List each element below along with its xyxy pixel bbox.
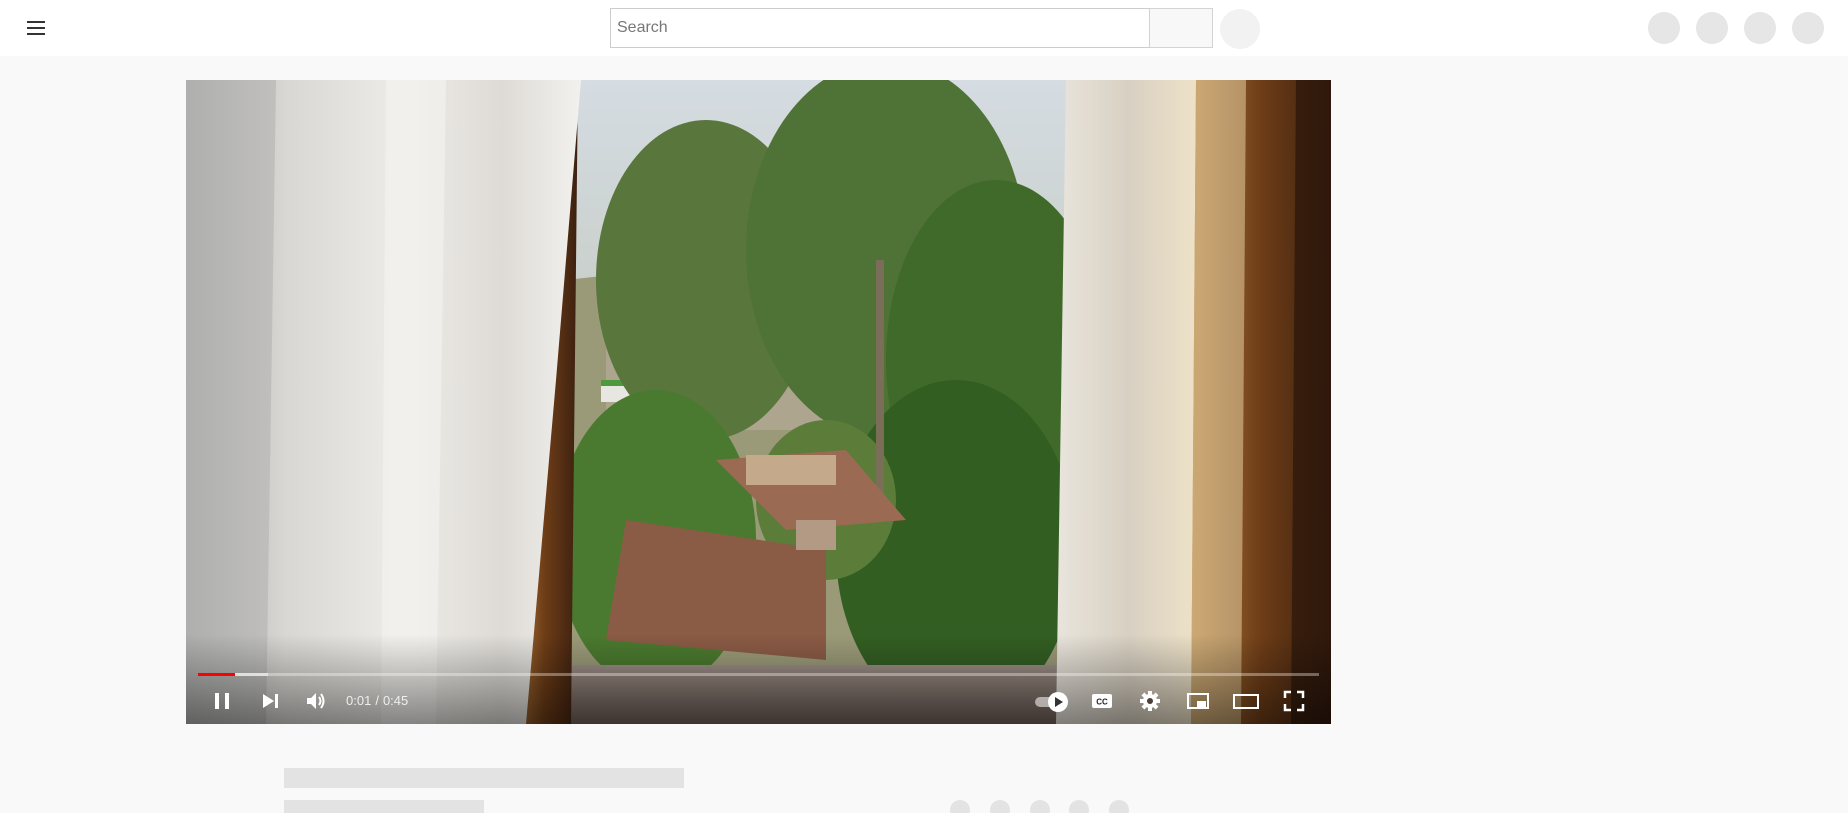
apps-icon[interactable]: [1696, 12, 1728, 44]
title-placeholder: [284, 768, 684, 788]
autoplay-play-icon: [1048, 692, 1068, 712]
theater-mode-button[interactable]: [1226, 683, 1266, 719]
pause-icon: [215, 693, 229, 709]
masthead: [0, 0, 1848, 56]
next-icon: [263, 694, 278, 708]
action-placeholder: [990, 800, 1010, 813]
action-placeholder: [950, 800, 970, 813]
fullscreen-icon: [1283, 690, 1305, 712]
settings-icon: [1140, 691, 1160, 711]
search-button[interactable]: [1149, 8, 1213, 48]
avatar[interactable]: [1792, 12, 1824, 44]
captions-icon: CC: [1092, 694, 1112, 708]
hamburger-menu-icon[interactable]: [20, 12, 52, 44]
volume-button[interactable]: [296, 683, 336, 719]
pause-button[interactable]: [202, 683, 242, 719]
microphone-button[interactable]: [1220, 9, 1260, 49]
create-icon[interactable]: [1648, 12, 1680, 44]
settings-button[interactable]: [1130, 683, 1170, 719]
time-display: 0:01/0:45: [346, 693, 408, 708]
action-placeholder: [1030, 800, 1050, 813]
video-frame[interactable]: [186, 80, 1331, 724]
fullscreen-button[interactable]: [1274, 683, 1314, 719]
volume-icon: [307, 693, 325, 709]
search-input[interactable]: [610, 8, 1149, 48]
next-button[interactable]: [250, 683, 290, 719]
channel-placeholder: [284, 800, 484, 813]
action-placeholder: [1109, 800, 1129, 813]
svg-text:CC: CC: [1096, 698, 1108, 707]
captions-button[interactable]: CC: [1082, 683, 1122, 719]
autoplay-toggle[interactable]: [1034, 690, 1070, 712]
time-separator: /: [375, 693, 379, 708]
theater-mode-icon: [1233, 694, 1259, 709]
notifications-icon[interactable]: [1744, 12, 1776, 44]
miniplayer-icon: [1187, 693, 1209, 709]
current-time: 0:01: [346, 693, 372, 708]
video-player[interactable]: 0:01/0:45 CC: [186, 80, 1331, 724]
progress-bar[interactable]: [198, 673, 1319, 676]
action-placeholder: [1069, 800, 1089, 813]
progress-played: [198, 673, 235, 676]
miniplayer-button[interactable]: [1178, 683, 1218, 719]
duration: 0:45: [382, 693, 409, 708]
